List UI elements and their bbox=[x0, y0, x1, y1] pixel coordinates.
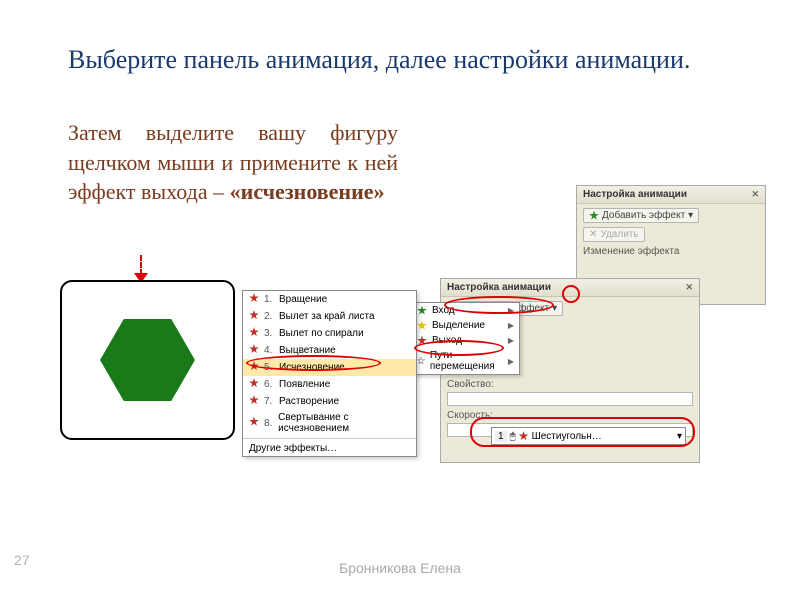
add-menu-item[interactable]: Выделение ▶ bbox=[411, 318, 519, 333]
exit-burst-icon bbox=[249, 344, 259, 357]
exit-effect-item[interactable]: 6. Появление bbox=[243, 376, 416, 393]
exit-burst-icon bbox=[249, 378, 259, 391]
item-number: 1. bbox=[264, 294, 274, 305]
property-label: Свойство: bbox=[447, 379, 693, 390]
item-label: Растворение bbox=[279, 396, 339, 407]
menu-item-label: Выделение bbox=[432, 320, 485, 331]
exit-burst-icon bbox=[249, 310, 259, 323]
author-name: Бронникова Елена bbox=[0, 560, 800, 576]
item-number: 7. bbox=[264, 396, 274, 407]
burst-icon bbox=[416, 321, 428, 331]
instruction-text: Затем выделите вашу фигуру щелчком мыши … bbox=[68, 118, 398, 207]
item-label: Вылет по спирали bbox=[279, 328, 364, 339]
shape-preview-box bbox=[60, 280, 235, 440]
red-arrow-icon bbox=[130, 255, 154, 279]
item-label: Исчезновение bbox=[279, 362, 345, 373]
panel-title-text: Настройка анимации bbox=[447, 282, 551, 293]
add-menu-item[interactable]: Вход ▶ bbox=[411, 303, 519, 318]
exit-burst-icon bbox=[249, 395, 259, 408]
menu-item-label: Пути перемещения bbox=[430, 350, 504, 372]
hexagon-shape[interactable] bbox=[100, 319, 195, 401]
exit-burst-icon bbox=[249, 361, 259, 374]
item-number: 2. bbox=[264, 311, 274, 322]
star-icon bbox=[589, 211, 599, 221]
exit-effect-item[interactable]: 1. Вращение bbox=[243, 291, 416, 308]
item-number: 5. bbox=[264, 362, 274, 373]
exit-effect-item[interactable]: 2. Вылет за край листа bbox=[243, 308, 416, 325]
remove-label: Удалить bbox=[600, 229, 638, 240]
exit-burst-icon bbox=[249, 417, 259, 430]
item-label: Выцветание bbox=[279, 345, 336, 356]
item-label: Свертывание с исчезновением bbox=[278, 412, 410, 434]
exit-burst-icon bbox=[519, 431, 529, 441]
panel-title-bar: Настройка анимации ✕ bbox=[577, 186, 765, 204]
add-effect-label: Добавить эффект bbox=[602, 210, 685, 221]
effect-name: Шестиугольн… bbox=[532, 431, 602, 442]
exit-burst-icon bbox=[249, 327, 259, 340]
mouse-icon: 🖱 bbox=[510, 431, 516, 442]
dropdown-arrow-icon[interactable]: ▾ bbox=[677, 431, 682, 442]
submenu-arrow-icon: ▶ bbox=[508, 306, 514, 315]
exit-effect-item[interactable]: 5. Исчезновение bbox=[243, 359, 416, 376]
effect-index: 1 bbox=[495, 431, 507, 442]
burst-icon bbox=[416, 336, 428, 346]
submenu-arrow-icon: ▶ bbox=[508, 357, 514, 366]
add-menu-item[interactable]: ☆ Пути перемещения ▶ bbox=[411, 348, 519, 374]
path-icon: ☆ bbox=[416, 356, 426, 367]
exit-burst-icon bbox=[249, 293, 259, 306]
menu-separator bbox=[243, 438, 416, 439]
item-label: Появление bbox=[279, 379, 330, 390]
slide-title: Выберите панель анимация, далее настройк… bbox=[68, 42, 770, 77]
submenu-arrow-icon: ▶ bbox=[508, 336, 514, 345]
burst-icon bbox=[416, 306, 428, 316]
item-label: Вылет за край листа bbox=[279, 311, 375, 322]
menu-item-label: Вход bbox=[432, 305, 455, 316]
close-icon[interactable]: ✕ bbox=[685, 282, 693, 293]
menu-item-label: Выход bbox=[432, 335, 462, 346]
property-field[interactable] bbox=[447, 392, 693, 406]
panel-title-bar: Настройка анимации ✕ bbox=[441, 279, 699, 297]
exit-effect-item[interactable]: 8. Свертывание с исчезновением bbox=[243, 410, 416, 436]
panel-title-text: Настройка анимации bbox=[583, 189, 687, 200]
add-effect-button[interactable]: Добавить эффект ▾ bbox=[583, 208, 699, 223]
close-icon[interactable]: ✕ bbox=[751, 189, 759, 200]
exit-effect-item[interactable]: 7. Растворение bbox=[243, 393, 416, 410]
item-number: 8. bbox=[264, 418, 273, 429]
exit-effect-item[interactable]: 3. Вылет по спирали bbox=[243, 325, 416, 342]
speed-label: Скорость: bbox=[447, 410, 693, 421]
more-effects-item[interactable]: Другие эффекты… bbox=[243, 441, 416, 456]
item-number: 6. bbox=[264, 379, 274, 390]
item-label: Вращение bbox=[279, 294, 327, 305]
add-effect-menu: Вход ▶ Выделение ▶ Выход ▶ ☆ Пути перемещения ▶ bbox=[410, 302, 520, 375]
item-number: 3. bbox=[264, 328, 274, 339]
exit-effects-submenu: 1. Вращение 2. Вылет за край листа 3. Вылет п… bbox=[242, 290, 417, 457]
add-menu-item[interactable]: Выход ▶ bbox=[411, 333, 519, 348]
submenu-arrow-icon: ▶ bbox=[508, 321, 514, 330]
item-number: 4. bbox=[264, 345, 274, 356]
instruction-bold: «исчезновение» bbox=[230, 179, 385, 204]
remove-effect-button[interactable]: ✕ Удалить bbox=[583, 227, 645, 242]
exit-effect-item[interactable]: 4. Выцветание bbox=[243, 342, 416, 359]
effect-list-item[interactable]: 1 🖱 Шестиугольн… ▾ bbox=[491, 427, 686, 445]
change-effect-label: Изменение эффекта bbox=[583, 246, 759, 257]
